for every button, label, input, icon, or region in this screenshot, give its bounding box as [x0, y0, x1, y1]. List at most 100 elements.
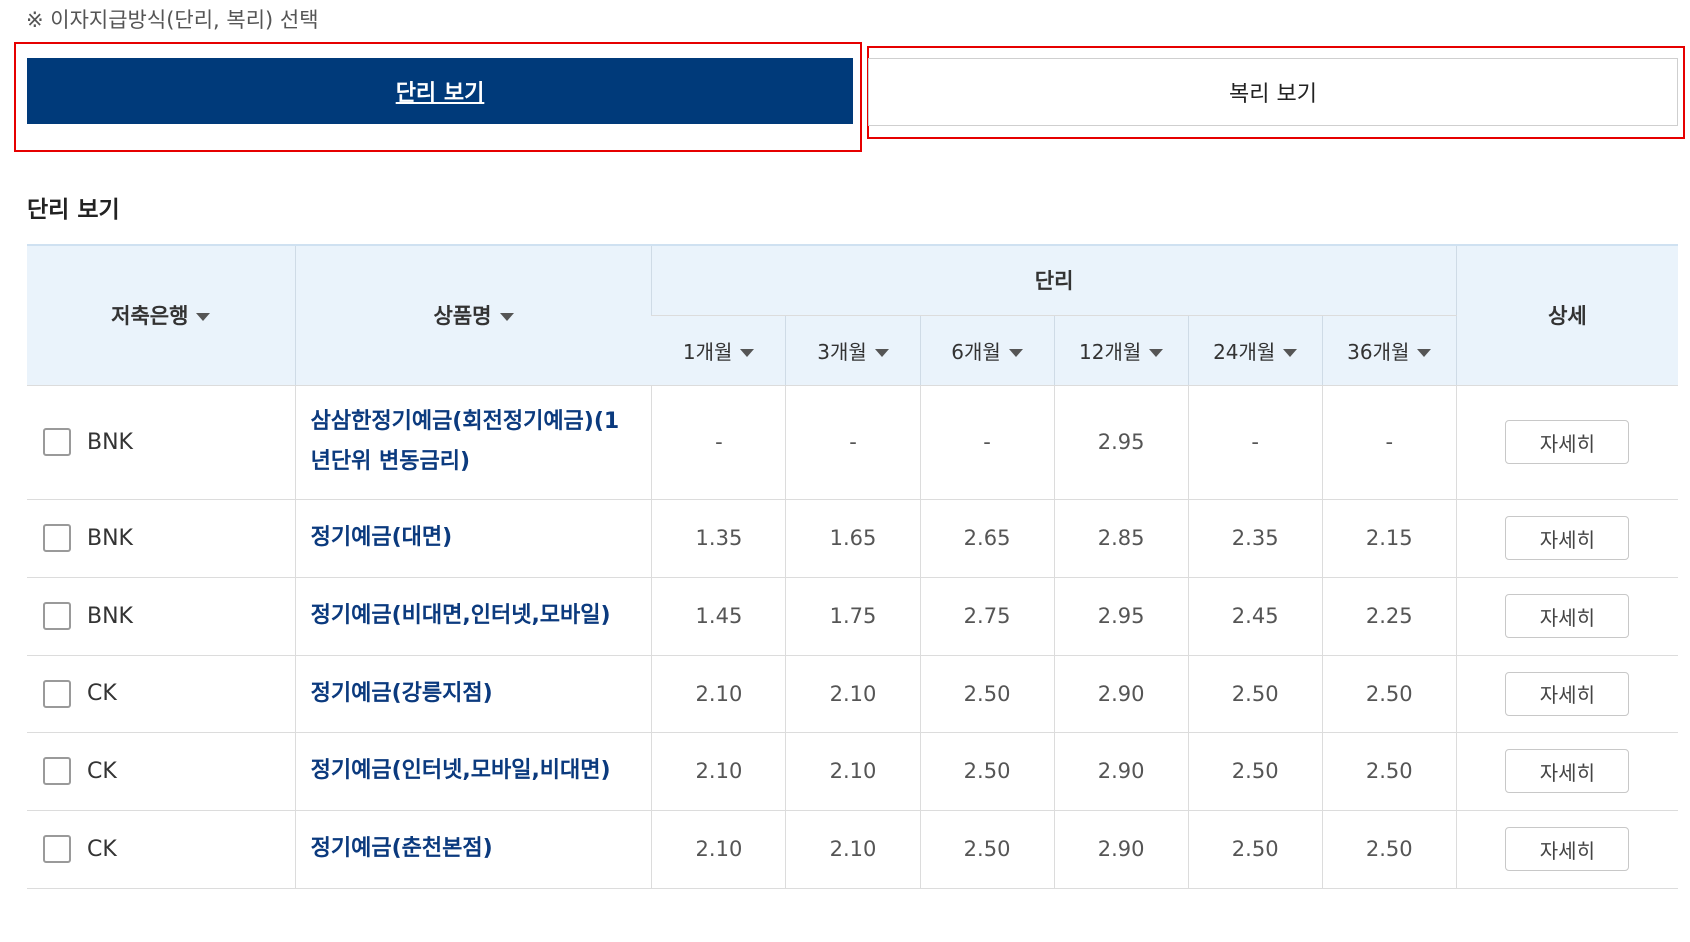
table-row: CK 정기예금(강릉지점) 2.10 2.10 2.50 2.90 2.50 2.50 자세히	[27, 655, 1678, 733]
rate-cell: -	[651, 385, 786, 500]
rate-cell: -	[1321, 385, 1457, 500]
table-row: BNK 정기예금(대면) 1.35 1.65 2.65 2.85 2.35 2.15 자세히	[27, 499, 1678, 578]
rate-cell: 2.35	[1187, 499, 1323, 578]
rate-cell: 2.10	[651, 655, 786, 733]
rate-cell: 2.50	[919, 732, 1055, 811]
rate-cell: 2.85	[1053, 499, 1189, 578]
table-row: CK 정기예금(인터넷,모바일,비대면) 2.10 2.10 2.50 2.90 2.50 2…	[27, 732, 1678, 811]
period-header-label: 36개월	[1347, 339, 1410, 364]
rate-cell: -	[1187, 385, 1323, 500]
rate-cell: 2.10	[785, 655, 921, 733]
detail-button[interactable]: 자세히	[1505, 516, 1630, 560]
simple-interest-tab[interactable]: 단리 보기	[27, 58, 853, 124]
period-header-5[interactable]: 36개월	[1321, 315, 1457, 386]
rate-cell: 2.25	[1321, 577, 1457, 656]
sort-caret-icon	[1417, 349, 1432, 357]
period-header-2[interactable]: 6개월	[919, 315, 1055, 386]
detail-cell: 자세히	[1455, 385, 1678, 500]
bank-cell: BNK	[27, 499, 296, 578]
row-checkbox[interactable]	[43, 428, 71, 456]
detail-button[interactable]: 자세히	[1505, 594, 1630, 638]
row-checkbox[interactable]	[43, 757, 71, 785]
rate-cell: -	[785, 385, 921, 500]
detail-button[interactable]: 자세히	[1505, 749, 1630, 793]
rate-cell: 2.50	[919, 655, 1055, 733]
sort-caret-icon	[1008, 349, 1023, 357]
row-checkbox[interactable]	[43, 679, 71, 708]
interest-type-tabs: 단리 보기 복리 보기	[0, 40, 1690, 152]
product-link[interactable]: 정기예금(춘천본점)	[311, 836, 493, 861]
product-link[interactable]: 정기예금(강릉지점)	[311, 681, 493, 706]
rate-cell: 2.50	[919, 810, 1055, 889]
rate-cell: 2.50	[1187, 810, 1323, 889]
bank-cell: CK	[27, 810, 296, 889]
detail-cell: 자세히	[1455, 655, 1678, 733]
detail-button[interactable]: 자세히	[1505, 671, 1630, 716]
sort-caret-icon	[874, 349, 889, 357]
product-header-label: 상품명	[433, 304, 492, 329]
detail-cell: 자세히	[1455, 577, 1678, 656]
compound-interest-tab[interactable]: 복리 보기	[868, 58, 1678, 126]
sort-caret-icon	[1283, 349, 1298, 357]
rate-cell: 2.90	[1053, 732, 1189, 811]
product-link[interactable]: 정기예금(인터넷,모바일,비대면)	[311, 758, 611, 783]
table-row: BNK 정기예금(비대면,인터넷,모바일) 1.45 1.75 2.75 2.95 2.45…	[27, 577, 1678, 656]
product-link[interactable]: 삼삼한정기예금(회전정기예금)(1년단위 변동금리)	[311, 409, 620, 474]
rate-cell: 2.50	[1321, 655, 1457, 733]
detail-button[interactable]: 자세히	[1505, 827, 1630, 871]
detail-cell: 자세히	[1455, 732, 1678, 811]
period-header-4[interactable]: 24개월	[1187, 315, 1323, 386]
row-checkbox[interactable]	[43, 524, 71, 552]
rate-cell: 1.35	[651, 499, 786, 578]
rate-cell: 2.15	[1321, 499, 1457, 578]
sort-caret-icon	[1149, 349, 1164, 357]
product-cell: 정기예금(춘천본점)	[294, 810, 652, 889]
sort-caret-icon	[740, 349, 755, 357]
rate-cell: 2.50	[1321, 732, 1457, 811]
sort-caret-icon	[499, 313, 514, 322]
bank-header[interactable]: 저축은행	[27, 244, 296, 386]
bank-cell: CK	[27, 655, 296, 733]
rate-cell: 2.10	[651, 810, 786, 889]
rate-cell: 2.50	[1187, 732, 1323, 811]
product-cell: 정기예금(비대면,인터넷,모바일)	[294, 577, 652, 656]
detail-cell: 자세히	[1455, 810, 1678, 889]
rate-cell: 2.90	[1053, 655, 1189, 733]
rate-cell: 2.95	[1053, 385, 1189, 500]
rate-cell: 2.90	[1053, 810, 1189, 889]
bank-cell: CK	[27, 732, 296, 811]
table-row: CK 정기예금(춘천본점) 2.10 2.10 2.50 2.90 2.50 2.50 자세히	[27, 810, 1678, 889]
rate-cell: 2.50	[1187, 655, 1323, 733]
rate-cell: 1.45	[651, 577, 786, 656]
interest-type-notice: ※ 이자지급방식(단리, 복리) 선택	[26, 8, 319, 32]
period-header-label: 1개월	[682, 339, 733, 364]
product-cell: 정기예금(대면)	[294, 499, 652, 578]
rate-cell: 2.50	[1321, 810, 1457, 889]
rate-cell: 2.10	[651, 732, 786, 811]
period-header-1[interactable]: 3개월	[785, 315, 921, 386]
product-header[interactable]: 상품명	[294, 244, 652, 386]
bank-cell: BNK	[27, 577, 296, 656]
product-link[interactable]: 정기예금(비대면,인터넷,모바일)	[311, 603, 611, 628]
bank-name: BNK	[87, 525, 133, 551]
product-cell: 정기예금(인터넷,모바일,비대면)	[294, 732, 652, 811]
bank-cell: BNK	[27, 385, 296, 500]
rate-cell: 2.10	[785, 810, 921, 889]
rate-cell: 2.65	[919, 499, 1055, 578]
period-header-label: 6개월	[951, 339, 1001, 364]
section-title: 단리 보기	[27, 197, 120, 223]
rate-cell: -	[919, 385, 1055, 500]
product-cell: 삼삼한정기예금(회전정기예금)(1년단위 변동금리)	[294, 385, 652, 500]
detail-button[interactable]: 자세히	[1505, 420, 1630, 464]
row-checkbox[interactable]	[43, 602, 71, 630]
product-link[interactable]: 정기예금(대면)	[311, 525, 453, 550]
period-header-3[interactable]: 12개월	[1053, 315, 1189, 386]
rate-cell: 2.45	[1187, 577, 1323, 656]
bank-name: CK	[87, 758, 117, 784]
period-header-label: 24개월	[1213, 339, 1276, 364]
period-header-0[interactable]: 1개월	[651, 315, 786, 386]
row-checkbox[interactable]	[43, 835, 71, 863]
bank-header-label: 저축은행	[111, 304, 189, 329]
bank-name: CK	[87, 836, 117, 862]
period-header-label: 3개월	[817, 339, 867, 364]
